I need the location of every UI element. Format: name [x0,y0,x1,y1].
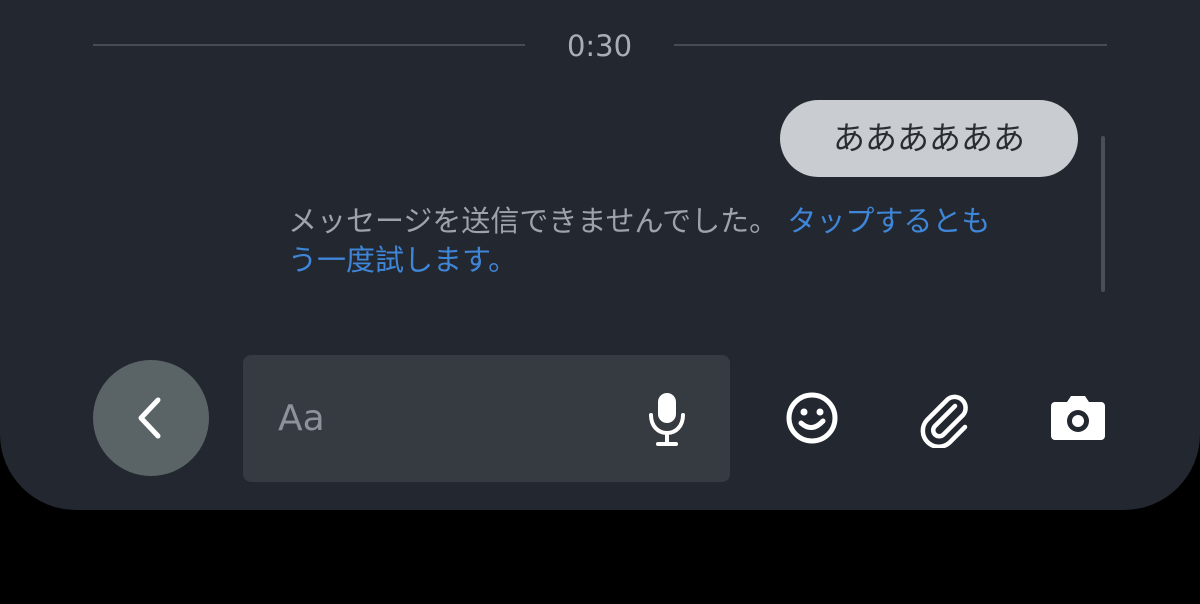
send-failed-notice[interactable]: メッセージを送信できませんでした。 タップするとも う一度試します。 [288,202,1088,280]
camera-icon [1051,396,1105,440]
emoji-button[interactable] [782,388,842,448]
input-placeholder: Aa [278,398,325,439]
message-timestamp: 0:30 [566,29,633,63]
retry-link-part1[interactable]: タップするとも [787,204,990,238]
smiley-icon [786,392,838,444]
scrollbar[interactable] [1101,136,1105,292]
chat-screen: 0:30 ああああああ メッセージを送信できませんでした。 タップするとも う一… [0,0,1200,510]
retry-link-part2[interactable]: う一度試します。 [288,243,517,277]
time-divider: 0:30 [93,26,1107,66]
message-input[interactable]: Aa [243,355,730,482]
divider-line-left [93,44,525,46]
paperclip-icon [920,394,968,448]
chevron-left-icon [138,397,161,439]
sent-message-bubble[interactable]: ああああああ [780,100,1078,177]
microphone-icon[interactable] [645,391,689,447]
send-failed-text: メッセージを送信できませんでした。 [288,204,779,238]
attach-button[interactable] [915,388,975,448]
divider-line-right [674,44,1107,46]
camera-button[interactable] [1048,388,1108,448]
collapse-button[interactable] [93,360,209,476]
